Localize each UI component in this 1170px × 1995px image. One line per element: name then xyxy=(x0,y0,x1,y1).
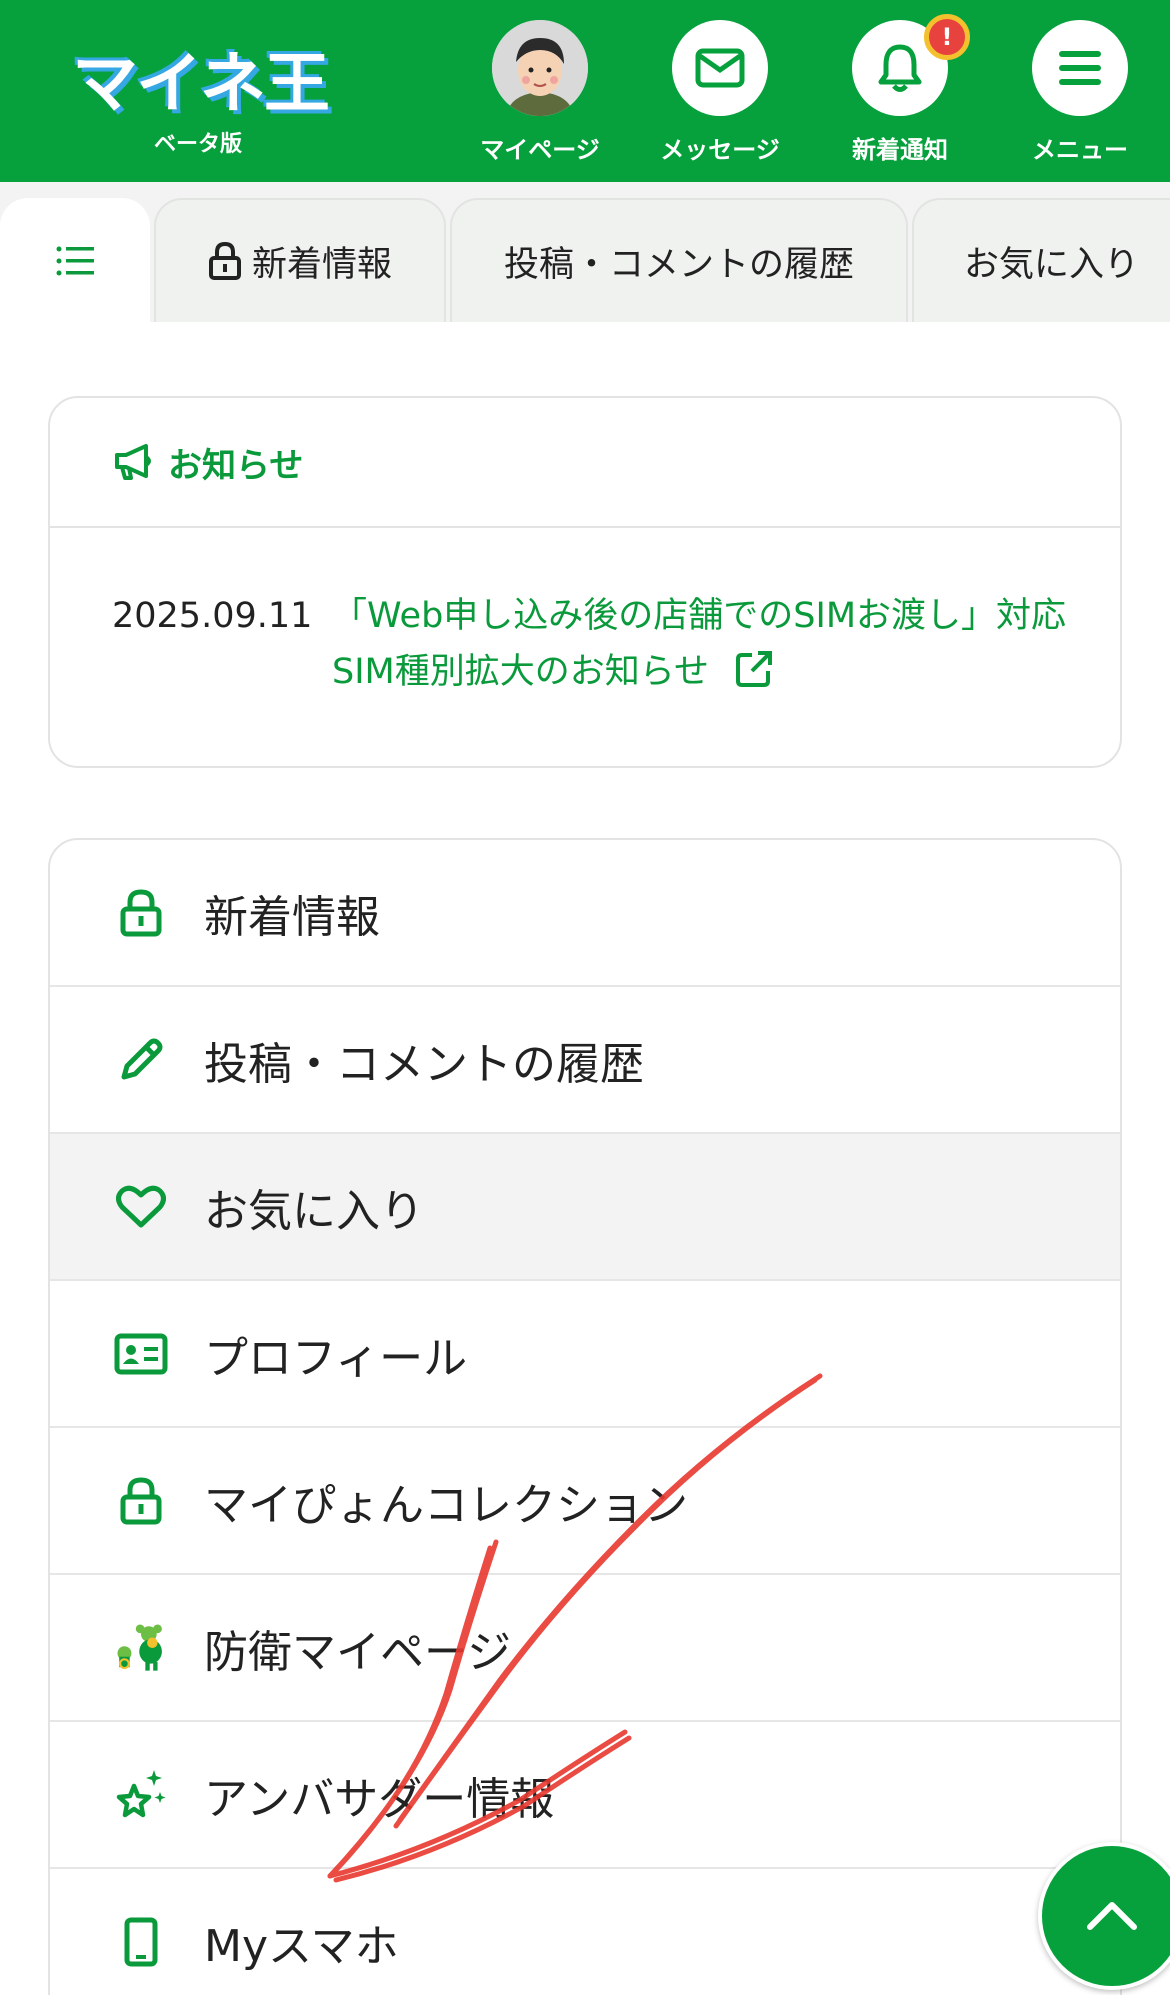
menu-item-label: アンバサダー情報 xyxy=(204,1773,555,1825)
menu-item-label: お気に入り xyxy=(204,1185,424,1237)
notice-date: 2025.09.11 xyxy=(112,596,313,636)
notice-link[interactable]: 「Web申し込み後の店舗でのSIMお渡し」対応SIM種別拡大のお知らせ xyxy=(332,588,1072,700)
notice-header: お知らせ xyxy=(50,398,1120,528)
menu-item-label: マイぴょんコレクション xyxy=(204,1479,688,1531)
megaphone-icon xyxy=(115,444,151,480)
nav-menu-label: メニュー xyxy=(1032,136,1128,164)
notice-link-text: 「Web申し込み後の店舗でのSIMお渡し」対応SIM種別拡大のお知らせ xyxy=(332,596,1067,692)
content-panel: お知らせ 2025.09.11 「Web申し込み後の店舗でのSIMお渡し」対応S… xyxy=(0,322,1170,1995)
menu-item-new-info[interactable]: 新着情報 xyxy=(50,840,1120,987)
menu-item-favorites[interactable]: お気に入り xyxy=(50,1134,1120,1281)
lock-icon xyxy=(120,1476,162,1524)
sparkle-star-icon xyxy=(116,1769,166,1817)
envelope-icon xyxy=(695,48,745,88)
external-link-icon xyxy=(736,651,773,687)
hamburger-icon xyxy=(1059,51,1101,85)
bell-icon xyxy=(878,44,922,92)
mascot-icon xyxy=(117,1623,162,1671)
tab-new-info-label: 新着情報 xyxy=(251,244,392,285)
nav-notifications[interactable]: ! 新着通知 xyxy=(830,14,970,170)
lock-icon xyxy=(120,888,162,936)
notification-badge: ! xyxy=(924,14,970,60)
menu-item-label: プロフィール xyxy=(204,1332,468,1384)
menu-item-label: 投稿・コメントの履歴 xyxy=(204,1038,644,1090)
menu-item-profile[interactable]: プロフィール xyxy=(50,1281,1120,1428)
lock-icon xyxy=(208,241,241,280)
menu-item-myputon-collection[interactable]: マイぴょんコレクション xyxy=(50,1428,1120,1575)
list-icon xyxy=(56,246,94,276)
nav-message-label: メッセージ xyxy=(660,136,780,164)
notice-title: お知らせ xyxy=(168,445,304,486)
nav-mypage[interactable]: マイページ xyxy=(470,20,610,170)
logo-text: マイネ王 xyxy=(72,45,330,122)
menu-list: 新着情報 投稿・コメントの履歴 お気に入り プロフィール マイぴょんコレクション… xyxy=(48,838,1122,1995)
nav-mypage-label: マイページ xyxy=(480,136,600,164)
avatar-face-icon xyxy=(492,20,588,116)
smartphone-icon xyxy=(124,1917,158,1966)
menu-item-my-smartphone[interactable]: Myスマホ xyxy=(50,1869,1120,1995)
id-card-icon xyxy=(114,1333,168,1374)
tab-new-info[interactable]: 新着情報 xyxy=(154,198,446,322)
logo-beta-label: ベータ版 xyxy=(154,132,243,157)
nav-menu[interactable]: メニュー xyxy=(1010,20,1150,170)
app-header: マイネ王 ベータ版 マイページ メッセージ ! 新着通知 メニュー xyxy=(0,0,1170,182)
heart-icon xyxy=(116,1185,166,1227)
tab-favorites[interactable]: お気に入り xyxy=(912,198,1170,322)
tab-post-history-label: 投稿・コメントの履歴 xyxy=(503,244,854,285)
nav-notifications-label: 新着通知 xyxy=(852,136,948,164)
tab-bar: 新着情報 投稿・コメントの履歴 お気に入り xyxy=(0,198,1170,322)
tab-favorites-label: お気に入り xyxy=(964,244,1140,285)
tab-list[interactable] xyxy=(0,198,150,322)
menu-item-post-history[interactable]: 投稿・コメントの履歴 xyxy=(50,987,1120,1134)
menu-item-defense-mypage[interactable]: 防衛マイページ xyxy=(50,1575,1120,1722)
pencil-icon xyxy=(121,1038,163,1079)
avatar xyxy=(492,20,588,116)
menu-item-ambassador[interactable]: アンバサダー情報 xyxy=(50,1722,1120,1869)
nav-message[interactable]: メッセージ xyxy=(650,20,790,170)
menu-item-label: Myスマホ xyxy=(204,1920,399,1972)
tab-post-history[interactable]: 投稿・コメントの履歴 xyxy=(450,198,908,322)
notice-card: お知らせ 2025.09.11 「Web申し込み後の店舗でのSIMお渡し」対応S… xyxy=(48,396,1122,768)
chevron-up-icon xyxy=(1087,1902,1137,1930)
menu-item-label: 防衛マイページ xyxy=(204,1626,512,1678)
menu-item-label: 新着情報 xyxy=(204,891,380,943)
logo[interactable]: マイネ王 ベータ版 xyxy=(72,30,332,160)
notice-entry: 2025.09.11 「Web申し込み後の店舗でのSIMお渡し」対応SIM種別拡… xyxy=(112,588,1072,700)
